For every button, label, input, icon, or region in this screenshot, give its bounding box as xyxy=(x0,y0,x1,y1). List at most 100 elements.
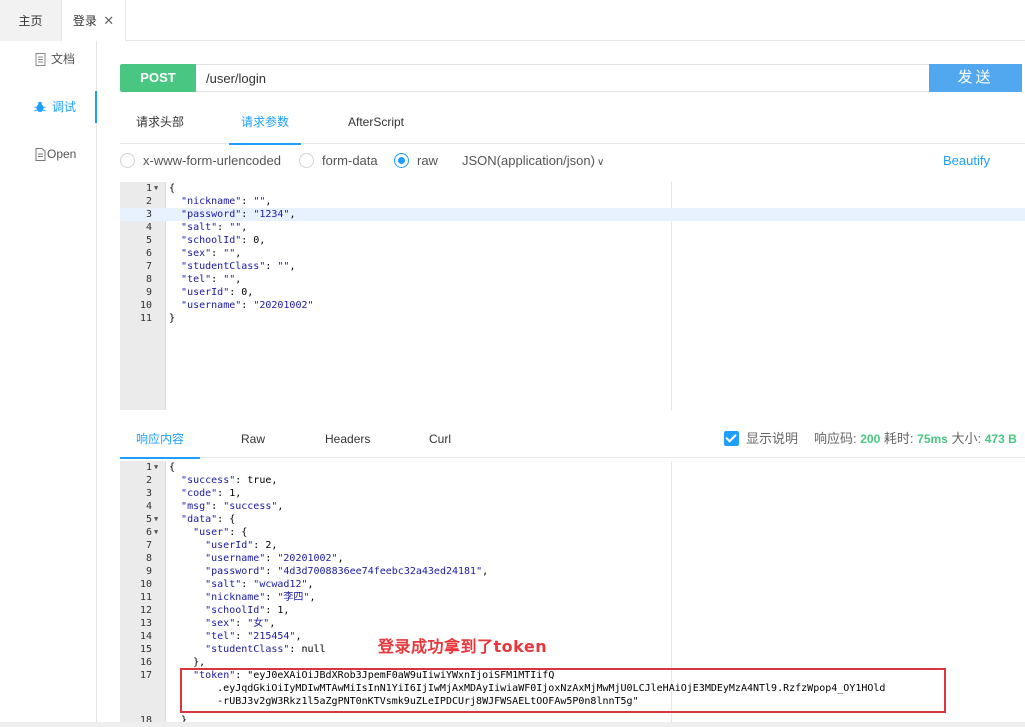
line-number: 11 xyxy=(139,313,152,324)
line-number: 18 xyxy=(139,715,152,722)
code-line: 1 ▼ { xyxy=(120,182,1025,195)
sidebar-item-debug[interactable]: 调试 xyxy=(0,91,97,123)
code-text: "salt": "", xyxy=(181,222,248,233)
code-text: "salt": "wcwad12", xyxy=(205,579,314,590)
code-line: 3 "password": "1234", xyxy=(120,208,1025,221)
content-type-label: JSON(application/json) xyxy=(462,153,595,168)
close-icon[interactable]: ✕ xyxy=(103,13,114,28)
radio-urlencoded[interactable] xyxy=(120,153,135,168)
code-text: "password": "4d3d7008836ee74feebc32a43ed… xyxy=(205,566,489,577)
code-line: 1 ▼ { xyxy=(120,461,1025,474)
line-number: 4 xyxy=(145,501,152,512)
line-number: 8 xyxy=(145,553,152,564)
response-tabs: 响应内容 Raw Headers Curl 显示说明 响应码: 200 耗时: … xyxy=(119,425,1025,459)
response-stats: 响应码: 200 耗时: 75ms 大小: 473 B xyxy=(814,430,1017,448)
code-text: { xyxy=(169,462,176,473)
tab-response-raw[interactable]: Raw xyxy=(241,425,265,458)
code-line: 10 "username": "20201002" xyxy=(120,299,1025,312)
document-icon xyxy=(33,43,47,75)
code-text: "sex": "女", xyxy=(205,618,276,629)
tab-response-content[interactable]: 响应内容 xyxy=(119,425,201,459)
line-number: 3 xyxy=(145,209,152,220)
line-number: 9 xyxy=(145,566,152,577)
code-text: "success": true, xyxy=(181,475,278,486)
code-line: 7 "userId": 2, xyxy=(120,539,1025,552)
line-number: 4 xyxy=(145,222,152,233)
code-text: "code": 1, xyxy=(181,488,242,499)
sidebar-item-docs[interactable]: 文档 xyxy=(0,43,96,75)
request-body-editor[interactable]: 1 ▼{2 "nickname": "", 3 "password": "1234"… xyxy=(120,182,1025,410)
fold-arrow-icon[interactable]: ▼ xyxy=(154,513,164,526)
line-number: 2 xyxy=(145,475,152,486)
sidebar-item-label: 调试 xyxy=(52,100,77,114)
tab-request-params[interactable]: 请求参数 xyxy=(228,106,302,145)
line-number: 7 xyxy=(145,540,152,551)
tab-login-label: 登录 xyxy=(72,14,97,28)
line-number: 3 xyxy=(145,488,152,499)
tab-home[interactable]: 主页 xyxy=(0,0,62,41)
line-number: 8 xyxy=(145,274,152,285)
code-text: "msg": "success", xyxy=(181,501,284,512)
code-line: 6 "sex": "", xyxy=(120,247,1025,260)
tab-home-label: 主页 xyxy=(18,14,43,28)
radio-raw[interactable] xyxy=(394,153,409,168)
response-code-value: 200 xyxy=(860,432,881,446)
code-text: } xyxy=(169,715,188,722)
radio-formdata-label: form-data xyxy=(322,153,378,168)
line-number: 6 xyxy=(145,248,152,259)
radio-formdata[interactable] xyxy=(299,153,314,168)
fold-arrow-icon[interactable]: ▼ xyxy=(154,461,164,474)
line-number: 15 xyxy=(139,644,152,655)
code-text: "password": "1234", xyxy=(181,209,296,220)
line-number: 5 xyxy=(145,235,152,246)
line-number: 5 xyxy=(145,514,152,525)
code-line: 6 ▼ "user": { xyxy=(120,526,1025,539)
fold-arrow-icon[interactable]: ▼ xyxy=(154,182,164,195)
radio-raw-label: raw xyxy=(417,153,438,168)
code-line: 5 ▼ "data": { xyxy=(120,513,1025,526)
code-text: "userId": 0, xyxy=(181,287,254,298)
method-select[interactable]: POST xyxy=(120,64,196,92)
response-code-label: 响应码: xyxy=(814,431,857,446)
code-line: 15 "studentClass": null xyxy=(120,643,1025,656)
code-text: "schoolId": 1, xyxy=(205,605,290,616)
tab-response-headers[interactable]: Headers xyxy=(325,425,370,458)
tab-request-headers[interactable]: 请求头部 xyxy=(136,106,184,144)
fold-arrow-icon[interactable]: ▼ xyxy=(154,526,164,539)
line-number: 14 xyxy=(139,631,152,642)
line-number: 12 xyxy=(139,605,152,616)
code-text: "username": "20201002" xyxy=(181,300,314,311)
code-line: 4 "salt": "", xyxy=(120,221,1025,234)
tab-afterscript[interactable]: AfterScript xyxy=(348,106,404,144)
code-line: 8 "username": "20201002", xyxy=(120,552,1025,565)
code-text: "tel": "215454", xyxy=(205,631,302,642)
beautify-button[interactable]: Beautify xyxy=(943,151,990,170)
sidebar-item-open[interactable]: Open xyxy=(0,138,96,170)
annotation-text: 登录成功拿到了token xyxy=(378,637,548,656)
content-type-select[interactable]: JSON(application/json) ∨ xyxy=(462,151,604,172)
code-line: 12 "schoolId": 1, xyxy=(120,604,1025,617)
radio-urlencoded-label: x-www-form-urlencoded xyxy=(143,153,281,168)
show-description-checkbox[interactable] xyxy=(724,431,739,446)
response-time-label: 耗时: xyxy=(883,431,914,446)
url-input[interactable]: /user/login xyxy=(196,64,930,92)
response-size-value: 473 B xyxy=(984,432,1017,446)
bottom-scrollbar[interactable] xyxy=(0,722,1025,727)
code-line: 8 "tel": "", xyxy=(120,273,1025,286)
code-text: "studentClass": null xyxy=(205,644,326,655)
chevron-down-icon: ∨ xyxy=(596,157,605,168)
tab-login[interactable]: 登录 ✕ xyxy=(62,0,126,42)
code-line: 18 } xyxy=(120,714,1025,722)
line-number: 16 xyxy=(139,657,152,668)
code-line: 9 "userId": 0, xyxy=(120,286,1025,299)
code-text: "username": "20201002", xyxy=(205,553,344,564)
send-button[interactable]: 发送 xyxy=(929,64,1022,92)
line-number: 11 xyxy=(139,592,152,603)
code-text: "studentClass": "", xyxy=(181,261,296,272)
code-line: 10 "salt": "wcwad12", xyxy=(120,578,1025,591)
tab-response-curl[interactable]: Curl xyxy=(429,425,451,458)
line-number: 9 xyxy=(145,287,152,298)
line-number: 10 xyxy=(139,300,152,311)
code-text: "user": { xyxy=(193,527,248,538)
show-description-label: 显示说明 xyxy=(746,431,799,446)
